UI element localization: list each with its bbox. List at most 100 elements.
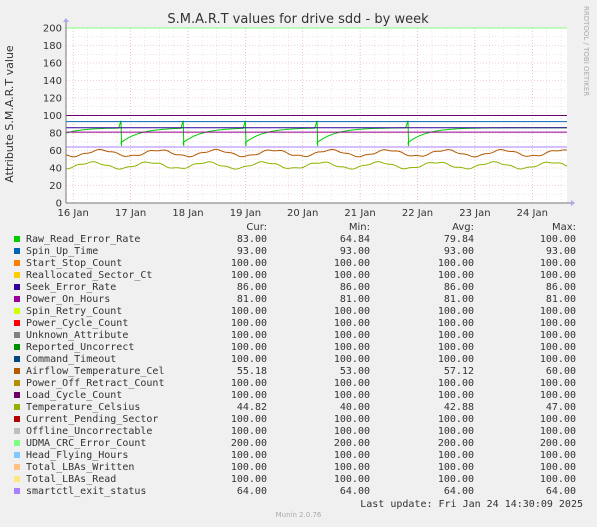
legend-swatch [14, 236, 20, 242]
legend-swatch [14, 428, 20, 434]
legend-swatch [14, 308, 20, 314]
legend-max: 200.00 [539, 438, 576, 449]
legend-min: 64.84 [339, 234, 370, 245]
legend-name: Head_Flying_Hours [26, 450, 129, 461]
legend-max: 100.00 [539, 318, 576, 329]
legend-header-min: Min: [348, 222, 370, 233]
legend-row: Unknown_Attribute 100.00 100.00 100.00 100.0… [14, 330, 584, 342]
legend-min: 53.00 [339, 366, 370, 377]
legend-swatch [14, 368, 20, 374]
legend-row: UDMA_CRC_Error_Count 200.00 200.00 200.00 20… [14, 438, 584, 450]
legend-min: 100.00 [333, 318, 370, 329]
legend-row: Head_Flying_Hours 100.00 100.00 100.00 100.0… [14, 450, 584, 462]
legend-name: Reported_Uncorrect [26, 342, 135, 353]
legend-cur: 100.00 [230, 306, 267, 317]
legend-swatch [14, 356, 20, 362]
legend-cur: 100.00 [230, 270, 267, 281]
legend-max: 100.00 [539, 354, 576, 365]
legend-max: 81.00 [545, 294, 576, 305]
legend-cur: 55.18 [236, 366, 267, 377]
legend-name: Spin_Retry_Count [26, 306, 123, 317]
legend-avg: 100.00 [437, 342, 474, 353]
last-update-text: Last update: Fri Jan 24 14:30:09 2025 [360, 499, 583, 510]
chart-title: S.M.A.R.T values for drive sdd - by week [167, 12, 429, 27]
legend-min: 100.00 [333, 414, 370, 425]
legend-name: Start_Stop_Count [26, 258, 123, 269]
legend-swatch [14, 464, 20, 470]
legend-swatch [14, 404, 20, 410]
legend-name: Airflow_Temperature_Cel [26, 366, 165, 377]
legend-swatch [14, 272, 20, 278]
legend-row: Command_Timeout 100.00 100.00 100.00 100.00 [14, 354, 584, 366]
y-axis-arrow [63, 18, 69, 22]
legend-name: Command_Timeout [26, 354, 117, 365]
legend-avg: 100.00 [437, 258, 474, 269]
legend-row: Power_Off_Retract_Count 100.00 100.00 100.0… [14, 378, 584, 390]
generator-text: Munin 2.0.76 [275, 511, 322, 519]
legend-row: Temperature_Celsius 44.82 40.00 42.88 47.00 [14, 402, 584, 414]
legend-avg: 100.00 [437, 450, 474, 461]
legend-row: Airflow_Temperature_Cel 55.18 53.00 57.12 60… [14, 366, 584, 378]
legend-cur: 100.00 [230, 474, 267, 485]
x-tick-label: 23 Jan [459, 208, 490, 219]
y-tick-label: 40 [49, 164, 62, 175]
legend-name: Total_LBAs_Written [26, 462, 135, 473]
legend-name: UDMA_CRC_Error_Count [26, 438, 147, 449]
legend: Cur: Min: Avg: Max: Raw_Read_Error_Rate 8… [14, 222, 584, 498]
legend-cur: 93.00 [236, 246, 267, 257]
y-tick-label: 0 [56, 199, 62, 210]
legend-min: 100.00 [333, 462, 370, 473]
x-tick-label: 20 Jan [287, 208, 318, 219]
legend-min: 200.00 [333, 438, 370, 449]
legend-cur: 83.00 [236, 234, 267, 245]
legend-min: 100.00 [333, 354, 370, 365]
y-tick-label: 80 [49, 129, 62, 140]
legend-row: Reported_Uncorrect 100.00 100.00 100.00 100.… [14, 342, 584, 354]
y-tick-label: 20 [49, 181, 62, 192]
x-tick-label: 22 Jan [402, 208, 433, 219]
legend-name: Raw_Read_Error_Rate [26, 234, 141, 245]
y-tick-label: 120 [43, 94, 62, 105]
legend-name: Power_Cycle_Count [26, 318, 129, 329]
legend-cur: 100.00 [230, 390, 267, 401]
legend-min: 100.00 [333, 474, 370, 485]
legend-avg: 81.00 [443, 294, 474, 305]
legend-avg: 100.00 [437, 318, 474, 329]
legend-min: 100.00 [333, 258, 370, 269]
legend-row: Start_Stop_Count 100.00 100.00 100.00 100.00 [14, 258, 584, 270]
legend-row: Total_LBAs_Written 100.00 100.00 100.00 100.… [14, 462, 584, 474]
legend-name: Seek_Error_Rate [26, 282, 117, 293]
legend-swatch [14, 332, 20, 338]
legend-swatch [14, 488, 20, 494]
legend-name: Total_LBAs_Read [26, 474, 117, 485]
legend-swatch [14, 452, 20, 458]
legend-name: Offline_Uncorrectable [26, 426, 153, 437]
legend-row: Raw_Read_Error_Rate 83.00 64.84 79.84 100.00 [14, 234, 584, 246]
legend-min: 100.00 [333, 306, 370, 317]
legend-avg: 64.00 [443, 486, 474, 497]
legend-swatch [14, 248, 20, 254]
y-tick-label: 140 [43, 76, 62, 87]
legend-swatch [14, 296, 20, 302]
legend-avg: 200.00 [437, 438, 474, 449]
legend-cur: 44.82 [236, 402, 267, 413]
rrdtool-credit: RRDTOOL / TOBI OETIKER [582, 6, 590, 96]
legend-cur: 200.00 [230, 438, 267, 449]
legend-max: 100.00 [539, 390, 576, 401]
x-tick-label: 16 Jan [58, 208, 89, 219]
legend-max: 100.00 [539, 270, 576, 281]
legend-cur: 100.00 [230, 330, 267, 341]
legend-min: 86.00 [339, 282, 370, 293]
legend-avg: 100.00 [437, 306, 474, 317]
legend-swatch [14, 416, 20, 422]
legend-avg: 100.00 [437, 462, 474, 473]
y-tick-label: 60 [49, 146, 62, 157]
legend-swatch [14, 284, 20, 290]
legend-cur: 81.00 [236, 294, 267, 305]
legend-max: 100.00 [539, 330, 576, 341]
x-tick-label: 19 Jan [230, 208, 261, 219]
legend-name: Temperature_Celsius [26, 402, 141, 413]
legend-swatch [14, 380, 20, 386]
legend-avg: 100.00 [437, 378, 474, 389]
legend-max: 60.00 [545, 366, 576, 377]
